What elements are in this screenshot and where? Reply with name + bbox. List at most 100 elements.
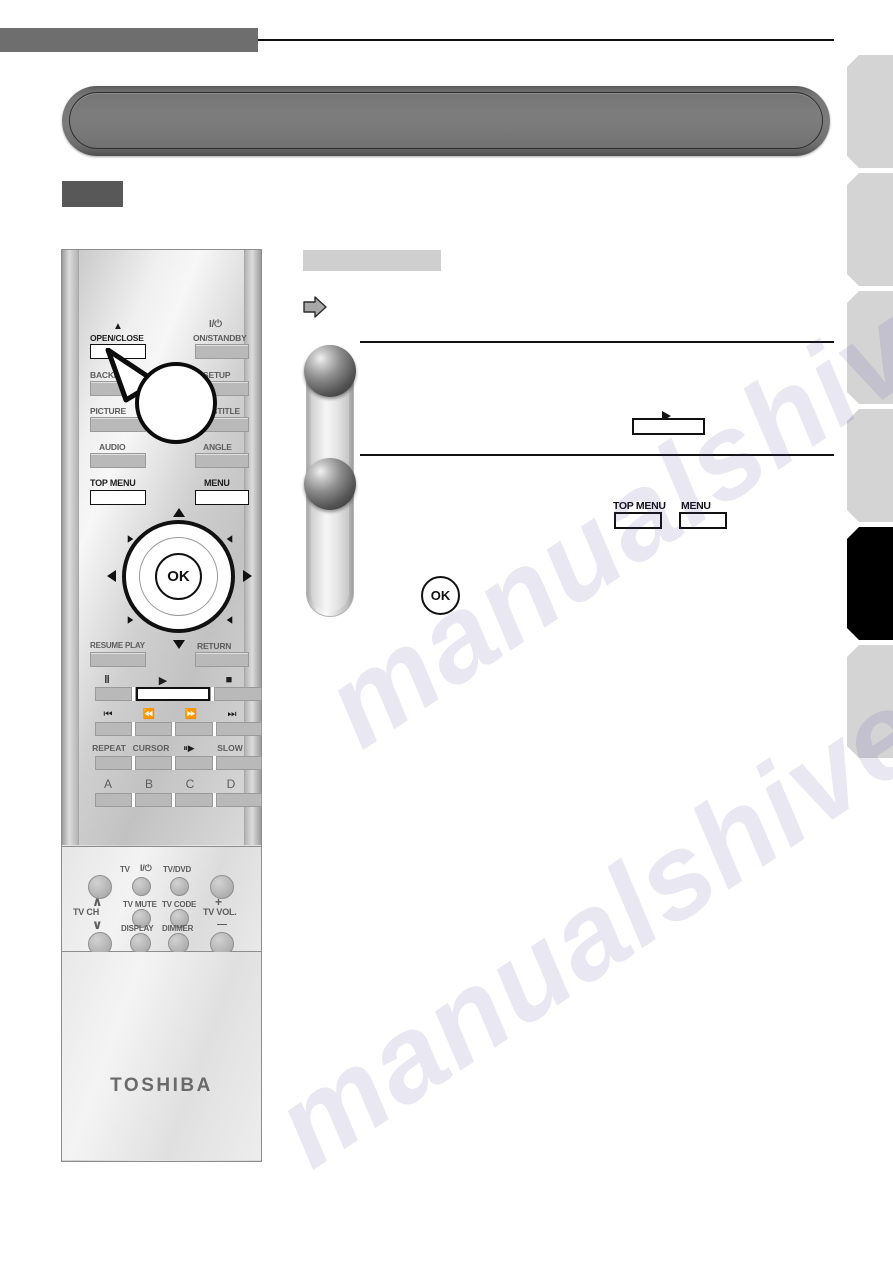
stop-icon: ■ [225, 674, 233, 686]
a-label: A [103, 777, 112, 791]
page-header-block [0, 28, 258, 52]
tv-code-label: TV CODE [162, 900, 197, 909]
top-menu-button[interactable] [90, 490, 146, 505]
previous-icon: ⏮ [103, 709, 113, 720]
power-icon: I/⏻ [209, 319, 222, 330]
return-button[interactable] [195, 652, 249, 667]
chapter-title [104, 93, 788, 148]
dpad-up-icon[interactable] [173, 508, 185, 517]
angle-label: ANGLE [203, 442, 232, 452]
row-divider [131, 793, 136, 807]
remote-face: ▲ OPEN/CLOSE I/⏻ ON/STANDBY BACKLIGHT SE… [78, 250, 262, 845]
step-marker-1 [304, 345, 356, 397]
tv-ch-label: TV CH [73, 907, 100, 917]
row-divider [171, 722, 176, 736]
on-standby-button[interactable] [195, 344, 249, 359]
return-label: RETURN [197, 641, 232, 651]
tv-dvd-button[interactable] [170, 877, 189, 896]
top-menu-key-label: TOP MENU [613, 500, 666, 512]
menu-label: MENU [204, 478, 230, 488]
dpad-down-icon[interactable] [173, 640, 185, 649]
side-tab-5-active[interactable] [847, 527, 893, 640]
audio-label: AUDIO [99, 442, 126, 452]
repeat-label: REPEAT [92, 743, 126, 753]
transport-row-3[interactable] [95, 756, 262, 770]
side-tab-3[interactable] [847, 291, 893, 404]
remote-tv-panel: TV I/⏻ TV/DVD ∧ TV MUTE TV CODE + TV CH … [62, 846, 261, 956]
tv-mute-label: TV MUTE [123, 900, 157, 909]
play-key-graphic [632, 418, 705, 435]
dimmer-button[interactable] [168, 933, 189, 954]
play-button-highlight[interactable] [136, 687, 210, 701]
remote-upper-panel: ▲ OPEN/CLOSE I/⏻ ON/STANDBY BACKLIGHT SE… [62, 250, 262, 845]
transport-row-4[interactable] [95, 793, 262, 807]
side-tab-6[interactable] [847, 645, 893, 758]
step-icon: ⏸▶ [183, 743, 195, 753]
pause-icon: ‖ [104, 674, 110, 686]
on-standby-label: ON/STANDBY [193, 333, 247, 343]
display-label: DISPLAY [121, 924, 154, 933]
open-close-callout [135, 362, 217, 444]
play-icon: ▶ [158, 675, 168, 687]
c-label: C [185, 777, 195, 791]
vol-down-icon: — [217, 919, 227, 930]
row-divider [131, 722, 136, 736]
tv-vol-label: TV VOL. [203, 907, 237, 917]
row-divider [210, 687, 215, 701]
row-divider [212, 793, 217, 807]
tv-power-button[interactable] [132, 877, 151, 896]
fast-forward-icon: ⏩ [184, 709, 198, 720]
step-divider-middle [360, 454, 834, 456]
top-menu-key-graphic [614, 512, 662, 529]
disc-type-tag [62, 181, 123, 207]
remote-lower-panel: TOSHIBA [62, 952, 261, 1160]
side-tab-2[interactable] [847, 173, 893, 286]
next-icon: ⏭ [227, 709, 237, 720]
chapter-banner [62, 86, 830, 156]
row-divider [131, 756, 136, 770]
header-divider [258, 39, 834, 41]
d-label: D [226, 777, 236, 791]
tv-dvd-label: TV/DVD [163, 865, 192, 874]
resume-play-button[interactable] [90, 652, 146, 667]
top-menu-label: TOP MENU [90, 478, 136, 488]
brand-logo: TOSHIBA [110, 1075, 213, 1096]
transport-row-2[interactable] [95, 722, 262, 736]
dpad-right-icon[interactable] [243, 570, 252, 582]
side-tab-4[interactable] [847, 409, 893, 522]
row-divider [212, 722, 217, 736]
watermark-text: manualshive.com [301, 81, 893, 773]
section-heading-bar [303, 250, 441, 271]
ch-down-icon: ∨ [92, 917, 103, 932]
audio-button[interactable] [90, 453, 146, 468]
rewind-icon: ⏪ [142, 709, 156, 720]
angle-button[interactable] [195, 453, 249, 468]
slow-label: SLOW [217, 743, 243, 753]
tv-label: TV [120, 865, 130, 874]
resume-play-label: RESUME PLAY [90, 641, 145, 650]
eject-icon: ▲ [113, 321, 123, 332]
chapter-banner-inner [69, 92, 823, 149]
dpad-left-icon[interactable] [107, 570, 116, 582]
display-button[interactable] [130, 933, 151, 954]
dpad-ok-button[interactable]: OK [155, 553, 202, 600]
step-divider-top [360, 341, 834, 343]
menu-key-label: MENU [681, 500, 711, 512]
open-close-label: OPEN/CLOSE [90, 333, 144, 343]
dpad-control[interactable]: OK [122, 520, 235, 633]
menu-key-graphic [679, 512, 727, 529]
b-label: B [144, 777, 153, 791]
tv-power-label: I/⏻ [140, 863, 152, 873]
step-marker-2 [304, 458, 356, 510]
row-divider [171, 793, 176, 807]
tv-vol-up-button[interactable] [210, 875, 234, 899]
row-divider [212, 756, 217, 770]
side-tab-1[interactable] [847, 55, 893, 168]
dimmer-label: DIMMER [162, 924, 194, 933]
row-divider [171, 756, 176, 770]
menu-button[interactable] [195, 490, 249, 505]
ok-key-graphic: OK [421, 576, 460, 615]
cursor-label: CURSOR [132, 743, 170, 753]
right-block-arrow-icon [303, 296, 327, 318]
remote-left-rail [62, 250, 78, 845]
